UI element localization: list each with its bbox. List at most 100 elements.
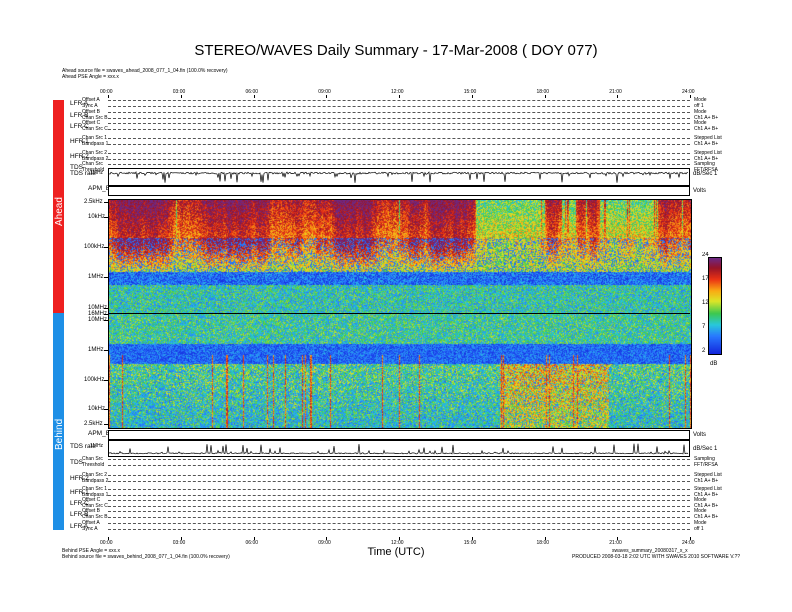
housekeeping-row-sub2: Threshold xyxy=(82,462,105,468)
housekeeping-row-line xyxy=(108,153,690,154)
colorbar-tick-label: 24 xyxy=(702,252,709,258)
housekeeping-row-line xyxy=(108,517,690,518)
ahead-apm-frame xyxy=(108,186,690,196)
housekeeping-row-sub2: Sync A xyxy=(82,526,98,532)
frequency-tick xyxy=(104,314,108,315)
housekeeping-row-line xyxy=(108,123,690,124)
housekeeping-row-line xyxy=(108,475,690,476)
page-title: STEREO/WAVES Daily Summary - 17-Mar-2008… xyxy=(194,42,598,59)
housekeeping-row-line xyxy=(108,159,690,160)
time-tick xyxy=(180,95,182,98)
colorbar-unit: dB xyxy=(710,361,718,367)
frequency-tick xyxy=(104,320,108,321)
housekeeping-row-line xyxy=(108,138,690,139)
colorbar-tick-label: 12 xyxy=(702,300,709,306)
time-tick xyxy=(108,95,109,98)
ahead-apm-plot xyxy=(108,186,690,196)
behind-tds-rate-frame xyxy=(108,440,690,457)
housekeeping-row-line xyxy=(108,129,690,130)
behind-apm-plot xyxy=(108,430,690,440)
time-tick-label: 12:00 xyxy=(391,89,404,95)
spectrogram-divider xyxy=(108,313,690,314)
housekeeping-row-right2: FFT/RFSA xyxy=(694,462,718,468)
housekeeping-row-right2: Ch1 A+ B+ xyxy=(694,141,719,147)
time-tick xyxy=(253,95,255,98)
housekeeping-row-line xyxy=(108,500,690,501)
housekeeping-row-line xyxy=(108,100,690,101)
behind-frequency-tick-label: 10kHz xyxy=(88,406,106,412)
bottom-time-axis: 00:00 03:00 06:00 09:00 12:00 15:00 18:00 21:00… xyxy=(100,537,695,546)
housekeeping-row-line xyxy=(108,112,690,113)
housekeeping-row-line xyxy=(108,511,690,512)
behind-label: Behind xyxy=(54,418,65,450)
spectrogram xyxy=(108,199,692,429)
time-tick-label: 15:00 xyxy=(463,89,477,95)
behind-apm-unit: Volts xyxy=(693,432,707,438)
housekeeping-row-line xyxy=(108,529,690,530)
housekeeping-row-sub2: Bandpass 1 xyxy=(82,141,109,147)
ahead-frequency-tick-label: 1MHz xyxy=(88,274,104,280)
behind-side-bar: Behind xyxy=(53,313,65,530)
housekeeping-row-line xyxy=(108,481,690,482)
ahead-label: Ahead xyxy=(54,197,65,226)
frequency-tick xyxy=(104,277,108,278)
housekeeping-row-sub2: Bandpass 2 xyxy=(82,478,109,484)
housekeeping-row-line xyxy=(108,106,690,107)
time-tick xyxy=(617,95,619,98)
housekeeping-row-right2: Ch1 A+ B+ xyxy=(694,126,719,132)
behind-frequency-tick-label: 2.5kHz xyxy=(84,421,103,427)
ahead-pse-angle: Ahead PSE Angle = xxx.x xyxy=(62,74,119,80)
time-tick xyxy=(690,95,691,98)
frequency-tick xyxy=(104,217,108,218)
colorbar-tick-label: 2 xyxy=(702,348,706,354)
housekeeping-row-line xyxy=(108,465,690,466)
colorbar-tick-label: 17 xyxy=(702,276,709,282)
frequency-tick xyxy=(104,247,108,248)
housekeeping-row-line xyxy=(108,144,690,145)
behind-tds-rate-scale: 1MHz xyxy=(90,443,104,449)
time-tick xyxy=(326,95,328,98)
behind-frequency-tick-label: 1MHz xyxy=(88,347,104,353)
frequency-tick xyxy=(104,350,108,351)
ahead-apm-unit: Volts xyxy=(693,188,707,194)
behind-frequency-tick-label: 100kHz xyxy=(84,377,105,383)
ahead-tds-rate-plot xyxy=(108,168,690,186)
ahead-frequency-tick-label: 10kHz xyxy=(88,214,106,220)
housekeeping-row-sub2: Chan Src C xyxy=(82,126,108,132)
housekeeping-row-line xyxy=(108,118,690,119)
top-time-axis: 00:00 03:00 06:00 09:00 12:00 15:00 18:00 21:00… xyxy=(100,89,695,98)
frequency-tick xyxy=(104,202,108,203)
time-tick-label: 24:00 xyxy=(682,89,695,95)
time-tick-label: 06:00 xyxy=(245,89,259,95)
behind-tds-rate-unit: dB/Sec 1 xyxy=(693,446,718,452)
housekeeping-row-right2: off 1 xyxy=(694,526,704,532)
behind-apm-frame xyxy=(108,430,690,440)
frequency-tick xyxy=(104,308,108,309)
frequency-tick xyxy=(104,380,108,381)
time-tick-label: 00:00 xyxy=(100,89,113,95)
housekeeping-row-line xyxy=(108,489,690,490)
housekeeping-row-line xyxy=(108,459,690,460)
housekeeping-row-line xyxy=(108,506,690,507)
ahead-tds-rate-frame xyxy=(108,168,690,186)
ahead-tds-rate-unit: dB/Sec 1 xyxy=(693,171,718,177)
frequency-tick xyxy=(104,409,108,410)
housekeeping-row-right2: Ch1 A+ B+ xyxy=(694,478,719,484)
time-tick xyxy=(544,95,546,98)
ahead-frequency-tick-label: 2.5kHz xyxy=(84,199,103,205)
time-tick-label: 18:00 xyxy=(536,89,550,95)
housekeeping-row-line xyxy=(108,495,690,496)
ahead-tds-rate-scale: 1MHz xyxy=(90,170,104,176)
housekeeping-row-line xyxy=(108,523,690,524)
ahead-frequency-tick-label: 100kHz xyxy=(84,244,105,250)
time-tick-label: 03:00 xyxy=(172,89,186,95)
colorbar xyxy=(708,257,722,355)
product-info: PRODUCED 2008-03-18 2:02 UTC WITH SWAVES… xyxy=(572,554,741,560)
ahead-side-bar: Ahead xyxy=(53,100,65,313)
time-tick-label: 09:00 xyxy=(318,89,331,95)
behind-tds-rate-plot xyxy=(108,440,690,457)
housekeeping-row-line xyxy=(108,164,690,165)
colorbar-tick-label: 7 xyxy=(702,324,706,330)
frequency-tick xyxy=(104,424,108,425)
time-tick xyxy=(399,95,400,98)
